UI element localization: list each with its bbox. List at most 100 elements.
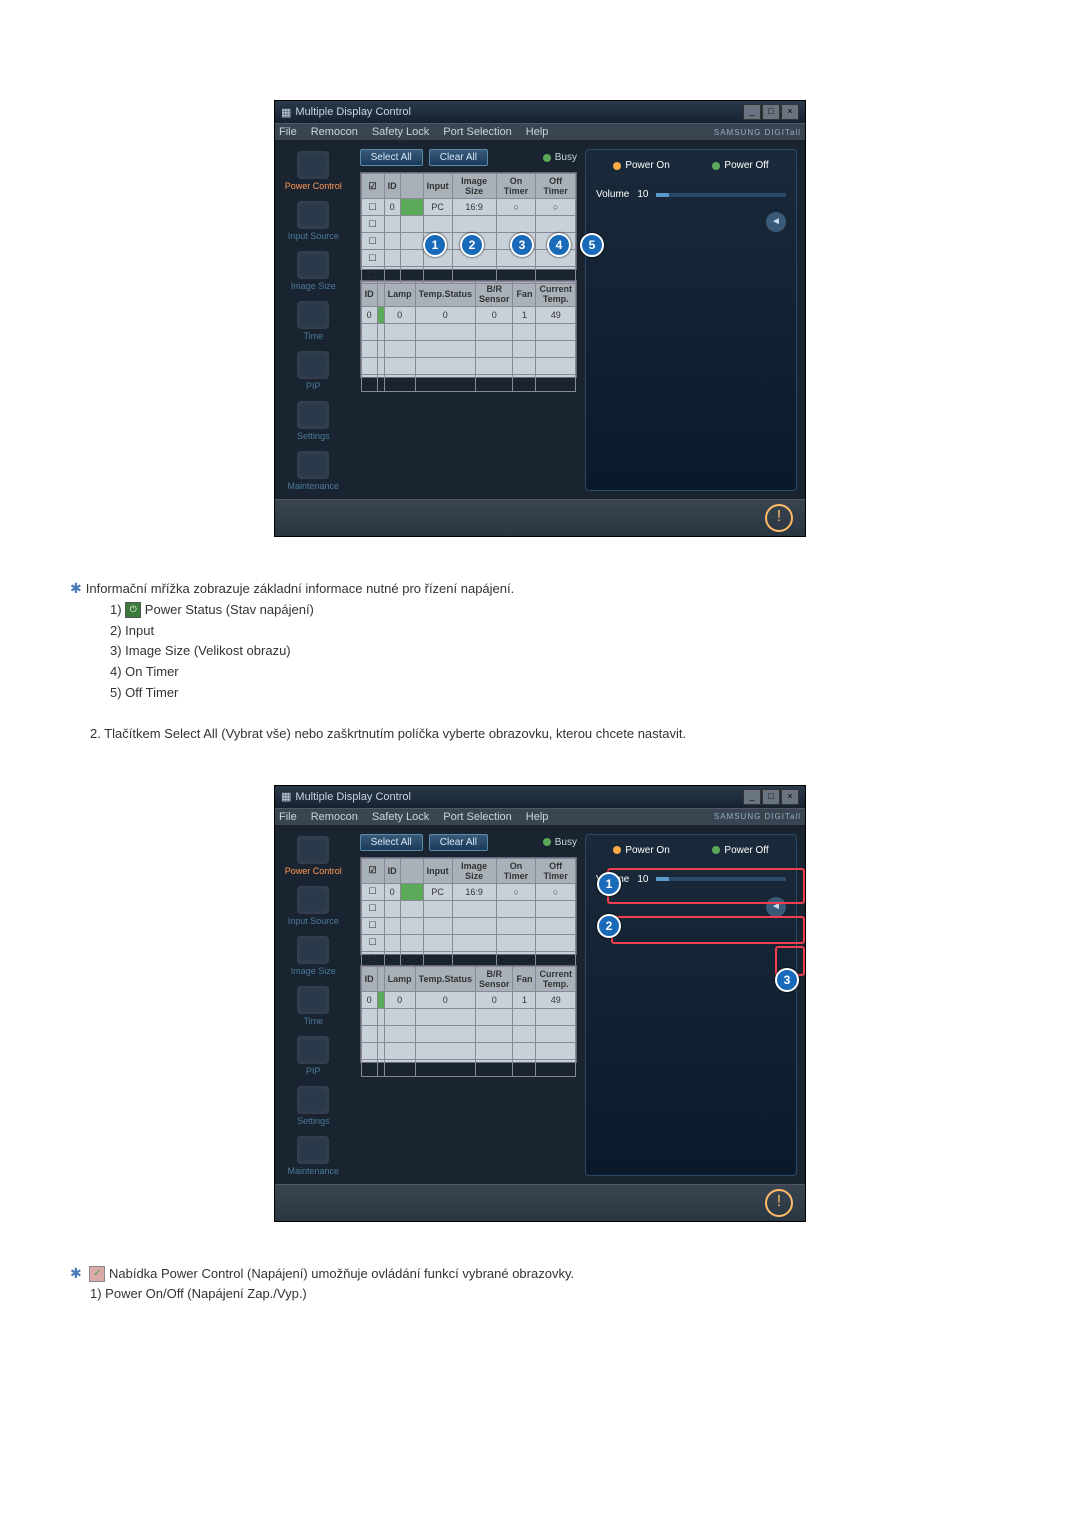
sidebar-item-pip[interactable]: PIP bbox=[275, 345, 352, 395]
warning-icon: ! bbox=[765, 1189, 793, 1217]
table-row[interactable]: 0 00 01 49 bbox=[361, 991, 575, 1008]
sidebar-item-power-control[interactable]: Power Control bbox=[275, 830, 352, 880]
check-all[interactable]: ☑ bbox=[369, 865, 377, 875]
sidebar-item-time[interactable]: Time bbox=[275, 295, 352, 345]
brand-logo: SAMSUNG DIGITall bbox=[714, 812, 801, 821]
item-1: Power Status (Stav napájení) bbox=[145, 602, 314, 617]
volume-label: Volume bbox=[596, 189, 629, 200]
maximize-button[interactable]: □ bbox=[762, 789, 780, 805]
info-grid-1: ☑ ID InputImage Size On TimerOff Timer ☐… bbox=[360, 857, 577, 955]
image-size-icon bbox=[297, 936, 329, 964]
col2-lamp: Lamp bbox=[384, 282, 415, 307]
callout-2: 2 bbox=[460, 233, 484, 257]
sidebar-item-maintenance[interactable]: Maintenance bbox=[275, 1130, 352, 1180]
volume-slider[interactable] bbox=[656, 877, 786, 881]
power-on-button[interactable]: Power On bbox=[613, 160, 669, 171]
table-row[interactable]: ☐0 PC16:9 ○○ bbox=[361, 883, 575, 900]
doc2-line1: Nabídka Power Control (Napájení) umožňuj… bbox=[109, 1266, 574, 1281]
callout-1: 1 bbox=[597, 872, 621, 896]
star-icon: ✱ bbox=[70, 1265, 82, 1281]
menu-help[interactable]: Help bbox=[526, 126, 549, 138]
col-status bbox=[400, 174, 423, 199]
power-control-icon bbox=[297, 151, 329, 179]
check-all[interactable]: ☑ bbox=[369, 181, 377, 191]
sidebar-item-pip[interactable]: PIP bbox=[275, 1030, 352, 1080]
volume-value: 10 bbox=[637, 874, 648, 885]
minimize-button[interactable]: _ bbox=[743, 789, 761, 805]
menu-remocon[interactable]: Remocon bbox=[311, 811, 358, 823]
pip-icon bbox=[297, 1036, 329, 1064]
col2-fan: Fan bbox=[513, 282, 536, 307]
sidebar: Power Control Input Source Image Size Ti… bbox=[275, 141, 352, 499]
title-bar: ▦Multiple Display Control _ □ × bbox=[275, 101, 805, 123]
power-on-button[interactable]: Power On bbox=[613, 845, 669, 856]
row-checkbox[interactable]: ☐ bbox=[369, 202, 377, 212]
volume-slider[interactable] bbox=[656, 193, 786, 197]
menu-help[interactable]: Help bbox=[526, 811, 549, 823]
col-on-timer: On Timer bbox=[496, 174, 536, 199]
sidebar-item-image-size[interactable]: Image Size bbox=[275, 930, 352, 980]
sidebar-item-settings[interactable]: Settings bbox=[275, 395, 352, 445]
select-all-button[interactable]: Select All bbox=[360, 149, 423, 166]
col2-current-temp: Current Temp. bbox=[536, 282, 576, 307]
select-all-button[interactable]: Select All bbox=[360, 834, 423, 851]
callout-1: 1 bbox=[423, 233, 447, 257]
time-icon bbox=[297, 301, 329, 329]
app-window-1: ▦Multiple Display Control _ □ × File Rem… bbox=[274, 100, 806, 537]
callout-3: 3 bbox=[510, 233, 534, 257]
col-input: Input bbox=[423, 174, 452, 199]
maintenance-icon bbox=[297, 1136, 329, 1164]
mute-icon[interactable]: ◄ bbox=[766, 212, 786, 232]
status-dot-icon bbox=[377, 307, 384, 324]
star-icon: ✱ bbox=[70, 580, 82, 596]
clear-all-button[interactable]: Clear All bbox=[429, 149, 488, 166]
item-2: Input bbox=[125, 623, 154, 638]
menu-port-selection[interactable]: Port Selection bbox=[443, 811, 511, 823]
power-status-icon: ⏻ bbox=[125, 602, 141, 618]
sidebar-item-settings[interactable]: Settings bbox=[275, 1080, 352, 1130]
col-off-timer: Off Timer bbox=[536, 174, 576, 199]
maximize-button[interactable]: □ bbox=[762, 104, 780, 120]
sidebar-item-image-size[interactable]: Image Size bbox=[275, 245, 352, 295]
menu-safety-lock[interactable]: Safety Lock bbox=[372, 811, 429, 823]
col-id: ID bbox=[384, 174, 400, 199]
power-off-button[interactable]: Power Off bbox=[712, 845, 768, 856]
col2-status bbox=[377, 282, 384, 307]
menu-file[interactable]: File bbox=[279, 811, 297, 823]
menu-bar: File Remocon Safety Lock Port Selection … bbox=[275, 808, 805, 826]
sidebar-item-maintenance[interactable]: Maintenance bbox=[275, 445, 352, 495]
sidebar-item-power-control[interactable]: Power Control bbox=[275, 145, 352, 195]
close-button[interactable]: × bbox=[781, 104, 799, 120]
minimize-button[interactable]: _ bbox=[743, 104, 761, 120]
status-dot-icon bbox=[400, 199, 423, 216]
table-row[interactable]: 0 0 0 0 1 49 bbox=[361, 307, 575, 324]
close-button[interactable]: × bbox=[781, 789, 799, 805]
sidebar-item-input-source[interactable]: Input Source bbox=[275, 195, 352, 245]
app-window-2: ▦Multiple Display Control _ □ × File Rem… bbox=[274, 785, 806, 1222]
busy-indicator: Busy bbox=[543, 152, 577, 163]
info-grid-2: ID LampTemp.Status B/R SensorFan Current… bbox=[360, 965, 577, 1063]
title-bar: ▦Multiple Display Control _ □ × bbox=[275, 786, 805, 808]
intro-text: Informační mřížka zobrazuje základní inf… bbox=[86, 581, 515, 596]
status-bar: ! bbox=[275, 499, 805, 536]
col2-temp-status: Temp.Status bbox=[415, 282, 475, 307]
menu-safety-lock[interactable]: Safety Lock bbox=[372, 126, 429, 138]
col2-id: ID bbox=[361, 282, 377, 307]
window-title: Multiple Display Control bbox=[295, 106, 411, 118]
checkbox-icon: ✓ bbox=[89, 1266, 105, 1282]
power-off-button[interactable]: Power Off bbox=[712, 160, 768, 171]
warning-icon: ! bbox=[765, 504, 793, 532]
item-5: Off Timer bbox=[125, 685, 178, 700]
sidebar-item-input-source[interactable]: Input Source bbox=[275, 880, 352, 930]
menu-file[interactable]: File bbox=[279, 126, 297, 138]
table-row[interactable]: ☐ 0 PC 16:9 ○ ○ bbox=[361, 199, 575, 216]
callout-4: 4 bbox=[547, 233, 571, 257]
col2-br-sensor: B/R Sensor bbox=[475, 282, 513, 307]
clear-all-button[interactable]: Clear All bbox=[429, 834, 488, 851]
mute-icon[interactable]: ◄ bbox=[766, 897, 786, 917]
doc-text-1: ✱ Informační mřížka zobrazuje základní in… bbox=[70, 577, 1010, 745]
sidebar-item-time[interactable]: Time bbox=[275, 980, 352, 1030]
time-icon bbox=[297, 986, 329, 1014]
menu-port-selection[interactable]: Port Selection bbox=[443, 126, 511, 138]
menu-remocon[interactable]: Remocon bbox=[311, 126, 358, 138]
